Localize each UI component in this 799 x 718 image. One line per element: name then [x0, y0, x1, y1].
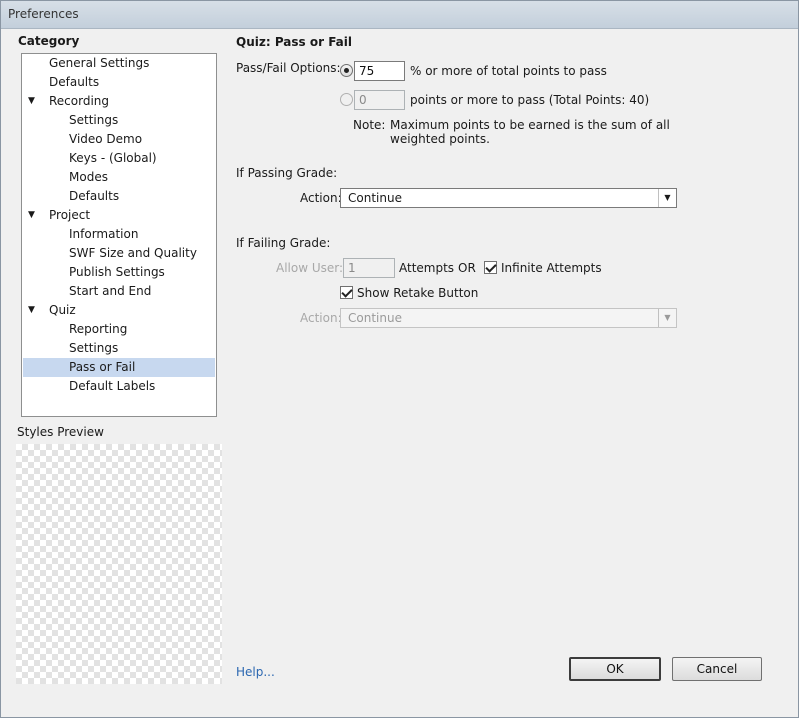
tree-item[interactable]: Pass or Fail: [23, 358, 215, 377]
tree-item[interactable]: Publish Settings: [23, 263, 215, 282]
tree-item[interactable]: ▼ Project: [23, 206, 215, 225]
tree-item[interactable]: General Settings: [23, 54, 215, 73]
tree-item[interactable]: Information: [23, 225, 215, 244]
tree-item-label: Publish Settings: [69, 265, 165, 279]
help-link[interactable]: Help...: [236, 665, 275, 679]
points-input[interactable]: 0: [354, 90, 405, 110]
tree-item-label: Quiz: [49, 303, 76, 317]
failing-action-select[interactable]: Continue ▼: [340, 308, 677, 328]
tree-item-label: Settings: [69, 113, 119, 127]
tree-item-label: Defaults: [69, 189, 120, 203]
tree-item-label: Pass or Fail: [69, 360, 136, 374]
infinite-attempts-checkbox[interactable]: [484, 261, 497, 274]
attempts-input[interactable]: 1: [343, 258, 395, 278]
ok-button[interactable]: OK: [569, 657, 661, 681]
chevron-down-icon[interactable]: ▼: [658, 189, 676, 207]
tree-item-label: Default Labels: [69, 379, 156, 393]
tree-item[interactable]: Defaults: [23, 73, 215, 92]
percent-input[interactable]: 75: [354, 61, 405, 81]
tree-item-label: Video Demo: [69, 132, 143, 146]
tree-item[interactable]: Defaults: [23, 187, 215, 206]
infinite-attempts-label: Infinite Attempts: [501, 261, 602, 275]
points-radio[interactable]: [340, 93, 353, 106]
show-retake-label: Show Retake Button: [357, 286, 479, 300]
cancel-button[interactable]: Cancel: [672, 657, 762, 681]
styles-preview-label: Styles Preview: [17, 425, 104, 439]
tree-item[interactable]: Video Demo: [23, 130, 215, 149]
show-retake-checkbox[interactable]: [340, 286, 353, 299]
tree-item-label: Modes: [69, 170, 108, 184]
tree-item[interactable]: ▼ Recording: [23, 92, 215, 111]
tree-item-label: Settings: [69, 341, 119, 355]
expand-arrow-icon[interactable]: ▼: [28, 206, 35, 225]
failing-action-label: Action:: [300, 311, 342, 325]
passing-action-value: Continue: [348, 191, 402, 205]
or-label: OR: [458, 261, 476, 275]
dialog-body: Category General Settings Defaults ▼ Record…: [8, 29, 791, 710]
tree-item-label: General Settings: [49, 56, 150, 70]
tree-item-label: Recording: [49, 94, 110, 108]
tree-item-label: Information: [69, 227, 139, 241]
tree-item-label: Reporting: [69, 322, 128, 336]
attempts-label: Attempts: [399, 261, 455, 275]
section-title: Quiz: Pass or Fail: [236, 35, 353, 49]
note-text-line2: weighted points.: [390, 132, 490, 146]
expand-arrow-icon[interactable]: ▼: [28, 92, 35, 111]
title-bar[interactable]: Preferences: [1, 1, 798, 29]
tree-item[interactable]: Start and End: [23, 282, 215, 301]
category-heading: Category: [18, 34, 80, 48]
failing-action-value: Continue: [348, 311, 402, 325]
tree-item[interactable]: ▼ Quiz: [23, 301, 215, 320]
percent-radio[interactable]: [340, 64, 353, 77]
tree-item[interactable]: Keys - (Global): [23, 149, 215, 168]
note-text-line1: Maximum points to be earned is the sum o…: [390, 118, 670, 132]
percent-suffix-label: % or more of total points to pass: [410, 64, 607, 78]
tree-item[interactable]: Settings: [23, 339, 215, 358]
pass-fail-panel: Quiz: Pass or Fail Pass/Fail Options: 75…: [230, 29, 790, 329]
passing-action-label: Action:: [300, 191, 342, 205]
passing-action-select[interactable]: Continue ▼: [340, 188, 677, 208]
window-title: Preferences: [8, 7, 79, 21]
preferences-window: Preferences Category General Settings Def…: [0, 0, 799, 718]
tree-item[interactable]: SWF Size and Quality: [23, 244, 215, 263]
styles-preview-canvas: [16, 444, 222, 684]
expand-arrow-icon[interactable]: ▼: [28, 301, 35, 320]
tree-item[interactable]: Modes: [23, 168, 215, 187]
note-prefix: Note:: [353, 118, 386, 132]
tree-item-label: Keys - (Global): [69, 151, 157, 165]
chevron-down-icon[interactable]: ▼: [658, 309, 676, 327]
tree-item[interactable]: Reporting: [23, 320, 215, 339]
passing-grade-label: If Passing Grade:: [236, 166, 338, 180]
pass-fail-options-label: Pass/Fail Options:: [236, 61, 341, 75]
allow-user-label: Allow User:: [276, 261, 344, 275]
points-suffix-label: points or more to pass (Total Points: 40…: [410, 93, 650, 107]
tree-item-label: Project: [49, 208, 91, 222]
category-tree[interactable]: General Settings Defaults ▼ Recording Settin…: [21, 53, 217, 417]
failing-grade-label: If Failing Grade:: [236, 236, 331, 250]
tree-item[interactable]: Settings: [23, 111, 215, 130]
tree-item-label: Start and End: [69, 284, 152, 298]
tree-item[interactable]: Default Labels: [23, 377, 215, 396]
tree-item-label: SWF Size and Quality: [69, 246, 197, 260]
tree-item-label: Defaults: [49, 75, 100, 89]
